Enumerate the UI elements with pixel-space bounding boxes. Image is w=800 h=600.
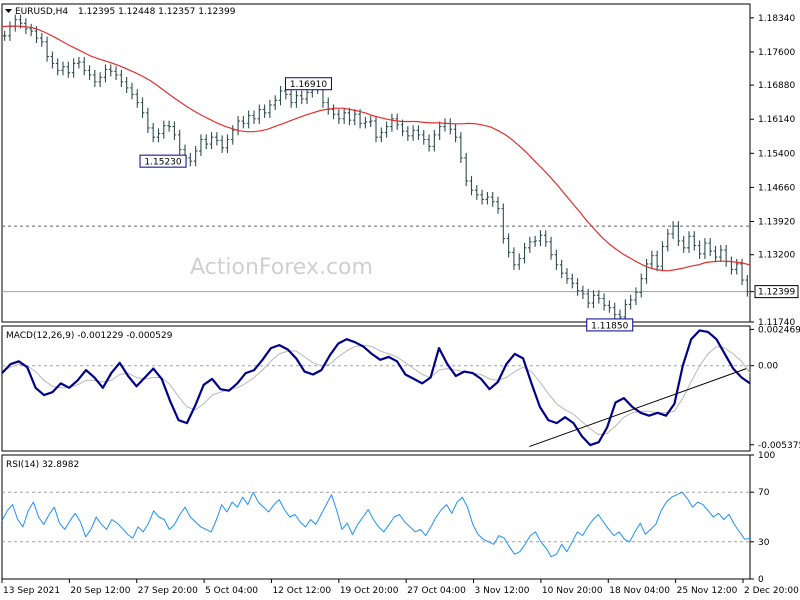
price-y-tick-label: 1.16880: [758, 81, 795, 91]
x-tick-label: 25 Nov 12:00: [677, 586, 738, 596]
x-tick-label: 13 Sep 2021: [3, 586, 60, 596]
rsi-y-tick-label: 0: [758, 575, 764, 585]
annotation-label: 1.15230: [144, 158, 181, 168]
annotation-label: 1.16910: [290, 80, 327, 90]
rsi-y-tick-label: 70: [758, 488, 770, 498]
price-y-tick-label: 1.13920: [758, 218, 795, 228]
price-y-tick-label: 1.17600: [758, 48, 795, 58]
macd-y-tick-label: 0.002469: [758, 325, 800, 335]
price-y-tick-label: 1.14660: [758, 183, 795, 193]
macd-y-tick-label: 0.00: [758, 362, 778, 372]
price-y-tick-label: 1.16140: [758, 115, 795, 125]
annotation-label: 1.11850: [591, 321, 628, 331]
x-tick-label: 10 Nov 20:00: [542, 586, 603, 596]
x-tick-label: 5 Oct 04:00: [205, 586, 258, 596]
y-axis-labels: 1.18340 1.17600 1.16880 1.16140 1.15400 1.146…: [750, 14, 800, 585]
macd-header: MACD(12,26,9) -0.001229 -0.000529: [6, 331, 173, 341]
rsi-panel-frame: [1, 454, 751, 580]
watermark: ActionForex.com: [190, 255, 373, 280]
macd-panel-frame: [1, 325, 751, 452]
x-tick-label: 19 Oct 20:00: [340, 586, 399, 596]
x-tick-label: 2 Dec 20:00: [744, 586, 799, 596]
price-header-ohlc: 1.12395 1.12448 1.12357 1.12399: [78, 7, 236, 17]
x-axis-labels: 13 Sep 2021 20 Sep 12:00 27 Sep 20:00 5 Oct…: [1, 579, 799, 596]
x-tick-label: 12 Oct 12:00: [272, 586, 331, 596]
price-y-tick-label: 1.15400: [758, 149, 795, 159]
rsi-y-tick-label: 100: [758, 451, 775, 461]
chart-canvas: ActionForex.com 1.16910 1.15230 1.11850 1.…: [1, 3, 800, 596]
price-y-tick-label: 1.12399: [758, 288, 795, 298]
rsi-y-tick-label: 30: [758, 538, 770, 548]
macd-y-tick-label: -0.005375: [758, 441, 800, 451]
price-panel-frame: [1, 3, 751, 323]
x-tick-label: 18 Nov 04:00: [609, 586, 670, 596]
rsi-header: RSI(14) 32.8982: [6, 460, 79, 470]
price-header-symbol: EURUSD,H4: [15, 7, 68, 17]
price-y-tick-label: 1.18340: [758, 14, 795, 24]
x-tick-label: 27 Sep 20:00: [138, 586, 198, 596]
x-tick-label: 20 Sep 12:00: [70, 586, 130, 596]
price-y-tick-label: 1.13200: [758, 251, 795, 261]
x-tick-label: 27 Oct 04:00: [407, 586, 466, 596]
x-tick-label: 3 Nov 12:00: [475, 586, 530, 596]
